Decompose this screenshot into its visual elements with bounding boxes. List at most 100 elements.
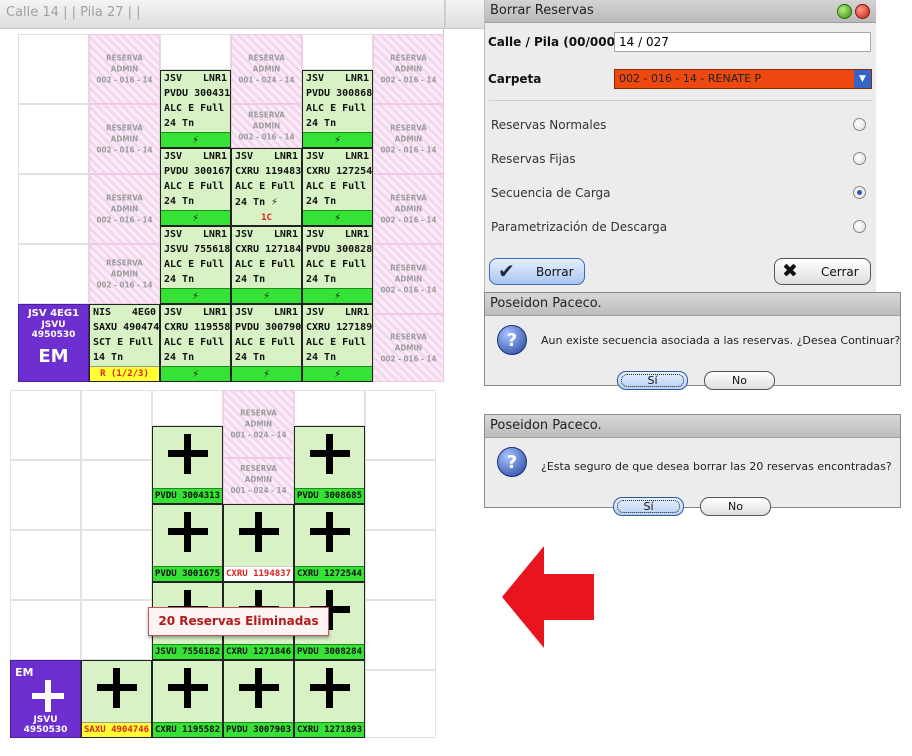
- deleted-notification: 20 Reservas Eliminadas: [148, 607, 329, 636]
- reservation-cell[interactable]: JSV LNR1 PVDU 3008284 ALC E Full 24 Tn ⚡: [302, 226, 373, 304]
- plug-icon: ⚡: [192, 289, 199, 302]
- grid-slot-empty[interactable]: [10, 600, 81, 660]
- plus-icon: [238, 668, 279, 708]
- title-divider: [444, 0, 446, 28]
- add-reservation-cell[interactable]: PVDU 3008685: [294, 426, 365, 504]
- reservation-cell[interactable]: JSV LNR1 CXRU 1194837 ALC E Full 24 Tn ⚡ 1…: [231, 148, 302, 226]
- reserva-admin-text: RESERVA ADMIN 001 - 024 - 14: [230, 408, 287, 440]
- grid-slot-empty[interactable]: [18, 104, 89, 174]
- plus-icon: [309, 512, 350, 552]
- option-secuencia-de-carga[interactable]: Secuencia de Carga: [491, 184, 871, 204]
- reservation-cell[interactable]: JSV LNR1 JSVU 7556182 ALC E Full 24 Tn ⚡: [160, 226, 231, 304]
- grid-slot-empty[interactable]: [160, 34, 231, 70]
- dialog-titlebar: Poseidon Paceco.: [485, 415, 900, 438]
- status-bar: ⚡: [232, 288, 301, 303]
- reserva-admin-cell[interactable]: RESERVA ADMIN 002 - 016 - 14: [89, 34, 160, 104]
- reservation-cell[interactable]: JSV LNR1 PVDU 3001675 ALC E Full 24 Tn ⚡: [160, 148, 231, 226]
- add-reservation-cell[interactable]: SAXU 4904746: [81, 660, 152, 738]
- plug-icon: ⚡: [192, 367, 199, 380]
- grid-slot-empty[interactable]: [365, 600, 436, 670]
- em-cell[interactable]: EM JSVU 4950530: [10, 660, 81, 738]
- status-bar: ⚡: [303, 210, 372, 225]
- reservation-cell[interactable]: JSV LNR1 PVDU 3008685 ALC E Full 24 Tn ⚡: [302, 70, 373, 148]
- reservation-cell[interactable]: JSV LNR1 CXRU 1195582 ALC E Full 24 Tn ⚡: [160, 304, 231, 382]
- grid-slot-empty[interactable]: [294, 390, 365, 426]
- reservation-cell[interactable]: JSV LNR1 CXRU 1272544 ALC E Full 24 Tn ⚡: [302, 148, 373, 226]
- confirm-dialog-sequence: Poseidon Paceco. ? Aun existe secuencia …: [484, 292, 901, 390]
- plug-icon: ⚡: [271, 195, 278, 208]
- dialog-yes-button[interactable]: Sí: [617, 371, 688, 390]
- dropdown-arrow-icon[interactable]: ▼: [854, 70, 871, 88]
- grid-slot-empty[interactable]: [81, 530, 152, 600]
- reserva-admin-cell[interactable]: RESERVA ADMIN 002 - 016 - 14: [89, 174, 160, 244]
- add-reservation-cell[interactable]: CXRU 1271893: [294, 660, 365, 738]
- add-reservation-cell[interactable]: PVDU 3004313: [152, 426, 223, 504]
- reserva-admin-cell[interactable]: RESERVA ADMIN 002 - 016 - 14: [373, 174, 444, 244]
- reserva-admin-text: RESERVA ADMIN 002 - 016 - 14: [96, 53, 153, 85]
- reserva-admin-cell[interactable]: RESERVA ADMIN 001 - 024 - 14: [231, 34, 302, 104]
- plus-icon: [167, 434, 208, 474]
- reservation-cell[interactable]: JSV LNR1 CXRU 1271893 ALC E Full 24 Tn ⚡: [302, 304, 373, 382]
- grid-slot-empty[interactable]: [18, 34, 89, 104]
- add-reservation-cell[interactable]: CXRU 1272544: [294, 504, 365, 582]
- grid-slot-empty[interactable]: [18, 174, 89, 244]
- close-button[interactable]: [855, 4, 870, 19]
- add-reservation-cell[interactable]: PVDU 3001675: [152, 504, 223, 582]
- reserva-admin-cell[interactable]: RESERVA ADMIN 002 - 016 - 14: [373, 34, 444, 104]
- status-bar: ⚡: [232, 366, 301, 381]
- grid-slot-empty[interactable]: [81, 460, 152, 530]
- grid-slot-empty[interactable]: [18, 244, 89, 304]
- em-cell[interactable]: JSV 4EG1 JSVU 4950530 EM: [18, 304, 89, 382]
- grid-slot-empty[interactable]: [365, 530, 436, 600]
- grid-slot-empty[interactable]: [10, 530, 81, 600]
- grid-slot-empty[interactable]: [10, 460, 81, 530]
- radio-button-selected[interactable]: [853, 186, 866, 199]
- radio-button[interactable]: [853, 118, 866, 131]
- borrar-button[interactable]: ✔ Borrar: [489, 258, 585, 285]
- grid-slot-empty[interactable]: [302, 34, 373, 70]
- grid-slot-empty[interactable]: [365, 390, 436, 460]
- reservation-cell[interactable]: JSV LNR1 PVDU 3004313 ALC E Full 24 Tn ⚡: [160, 70, 231, 148]
- grid-slot-empty[interactable]: [365, 460, 436, 530]
- window-titlebar: Borrar Reservas: [485, 0, 876, 23]
- reservation-cell[interactable]: JSV LNR1 CXRU 1271846 ALC E Full 24 Tn ⚡: [231, 226, 302, 304]
- reserva-admin-cell[interactable]: RESERVA ADMIN 001 - 024 - 14: [223, 390, 294, 458]
- option-reservas-normales[interactable]: Reservas Normales: [491, 116, 871, 136]
- maximize-button[interactable]: [837, 4, 852, 19]
- grid-slot-empty[interactable]: [81, 600, 152, 660]
- borrar-reservas-window: Borrar Reservas Calle / Pila (00/000): C…: [484, 0, 876, 293]
- reserva-admin-cell[interactable]: RESERVA ADMIN 001 - 024 - 14: [223, 458, 294, 504]
- cerrar-button[interactable]: ✖ Cerrar: [774, 258, 871, 285]
- dialog-no-button[interactable]: No: [700, 497, 771, 516]
- plug-icon: ⚡: [192, 133, 199, 146]
- reserva-admin-text: RESERVA ADMIN 002 - 016 - 14: [96, 258, 153, 290]
- plug-icon: ⚡: [192, 211, 199, 224]
- reserva-admin-cell[interactable]: RESERVA ADMIN 002 - 016 - 14: [373, 104, 444, 174]
- reservation-cell[interactable]: NIS 4EG0 SAXU 4904746 SCT E Full 14 Tn R (1…: [89, 304, 160, 382]
- reserva-admin-cell[interactable]: RESERVA ADMIN 002 - 016 - 14: [373, 314, 444, 382]
- reserva-admin-cell[interactable]: RESERVA ADMIN 002 - 016 - 14: [89, 244, 160, 304]
- grid-slot-empty[interactable]: [365, 670, 436, 738]
- radio-button[interactable]: [853, 152, 866, 165]
- plus-icon: [309, 434, 350, 474]
- add-reservation-cell[interactable]: CXRU 1195582: [152, 660, 223, 738]
- reserva-admin-cell[interactable]: RESERVA ADMIN 002 - 016 - 14: [231, 104, 302, 148]
- dialog-titlebar: Poseidon Paceco.: [485, 293, 900, 316]
- option-reservas-fijas[interactable]: Reservas Fijas: [491, 150, 871, 170]
- grid-slot-empty[interactable]: [152, 390, 223, 426]
- add-reservation-cell[interactable]: CXRU 1194837: [223, 504, 294, 582]
- grid-slot-empty[interactable]: [10, 390, 81, 460]
- option-parametrizacion-descarga[interactable]: Parametrización de Descarga: [491, 218, 871, 238]
- grid-slot-empty[interactable]: [81, 390, 152, 460]
- reservation-cell[interactable]: JSV LNR1 PVDU 3007903 ALC E Full 24 Tn ⚡: [231, 304, 302, 382]
- dialog-yes-button[interactable]: Sí: [613, 497, 684, 516]
- sequence-label: 1C (29/30/31): [232, 211, 301, 225]
- reserva-admin-cell[interactable]: RESERVA ADMIN 002 - 016 - 14: [89, 104, 160, 174]
- add-reservation-cell[interactable]: PVDU 3007903: [223, 660, 294, 738]
- carpeta-select[interactable]: 002 - 016 - 14 - RENATE P ▼: [614, 69, 872, 89]
- calle-pila-input[interactable]: [614, 32, 871, 52]
- reserva-admin-text: RESERVA ADMIN 002 - 016 - 14: [380, 53, 437, 85]
- dialog-no-button[interactable]: No: [704, 371, 775, 390]
- reserva-admin-cell[interactable]: RESERVA ADMIN 002 - 016 - 14: [373, 244, 444, 314]
- radio-button[interactable]: [853, 220, 866, 233]
